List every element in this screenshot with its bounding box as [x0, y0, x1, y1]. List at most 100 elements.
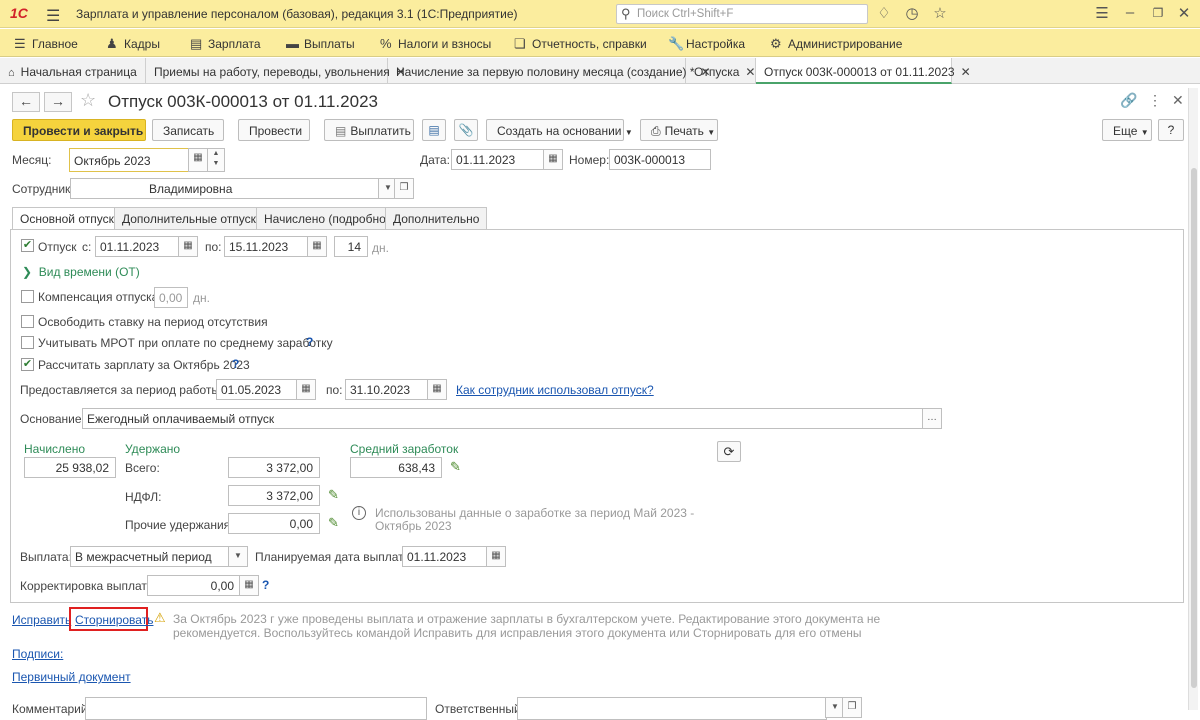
number-label: Номер: — [569, 153, 610, 167]
time-type-expander[interactable]: ❯ Вид времени (ОТ) — [22, 265, 140, 279]
post-and-close-button[interactable]: Провести и закрыть — [12, 119, 146, 141]
calendar-icon[interactable]: ▦ — [188, 148, 208, 172]
reverse-link[interactable]: Сторнировать — [75, 613, 153, 627]
pencil-icon[interactable]: ✎ — [450, 459, 461, 475]
calendar-icon[interactable]: ▦ — [486, 546, 506, 567]
pencil-icon[interactable]: ✎ — [328, 487, 339, 503]
menu-taxes[interactable]: % Налоги и взносы — [380, 36, 491, 51]
tab-home[interactable]: ⌂ Начальная страница — [0, 58, 146, 84]
help-button[interactable]: ? — [1158, 119, 1184, 141]
favorite-star-icon[interactable]: ☆ — [80, 90, 96, 111]
save-button[interactable]: Записать — [152, 119, 224, 141]
calendar-icon[interactable]: ▦ — [543, 149, 563, 170]
tab-additional[interactable]: Дополнительно — [385, 207, 488, 229]
scrollbar-thumb[interactable] — [1191, 168, 1197, 688]
copy-icon: ❏ — [514, 36, 526, 51]
menu-salary[interactable]: ▤ Зарплата — [190, 36, 261, 52]
date-field[interactable]: 01.11.2023 — [451, 149, 545, 170]
menu-main[interactable]: ☰ Главное — [14, 36, 78, 52]
link-icon[interactable]: 🔗 — [1120, 92, 1137, 109]
back-button[interactable]: ← — [12, 92, 40, 112]
select-basis-button[interactable]: … — [922, 408, 942, 429]
settings-icon[interactable]: ☰ — [1092, 4, 1112, 22]
print-button[interactable]: ⎙ Печать ▼ — [640, 119, 718, 141]
menu-reports[interactable]: ❏ Отчетность, справки — [514, 36, 647, 52]
basis-label: Основание: — [20, 412, 85, 426]
close-icon[interactable]: ✕ — [961, 65, 971, 79]
tab-hiring[interactable]: Приемы на работу, переводы, увольнения ✕ — [146, 58, 406, 84]
number-field[interactable]: 003К-000013 — [609, 149, 711, 170]
month-field[interactable]: Октябрь 2023 — [69, 148, 189, 172]
attachment-icon[interactable]: 📎 — [454, 119, 478, 141]
calendar-icon[interactable]: ▦ — [178, 236, 198, 257]
tab-accrued-detailed[interactable]: Начислено (подробно) — [256, 207, 398, 229]
hamburger-icon[interactable]: ☰ — [46, 6, 60, 26]
payout-field[interactable]: В межрасчетный период — [70, 546, 230, 567]
period-from-field[interactable]: 01.05.2023 — [216, 379, 300, 400]
days-field[interactable]: 14 — [334, 236, 368, 257]
journal-icon[interactable]: ▤ — [422, 119, 446, 141]
close-icon[interactable]: ✕ — [1174, 4, 1194, 22]
forward-button[interactable]: → — [44, 92, 72, 112]
planned-date-field[interactable]: 01.11.2023 — [402, 546, 490, 567]
comment-field[interactable] — [85, 697, 427, 720]
mrot-label: Учитывать МРОТ при оплате по среднему за… — [38, 336, 333, 350]
open-employee-icon[interactable]: ❐ — [394, 178, 414, 199]
vacation-usage-link[interactable]: Как сотрудник использовал отпуск? — [456, 383, 654, 397]
refresh-button[interactable]: ⟳ — [717, 441, 741, 462]
menu-settings[interactable]: 🔧 Настройка — [668, 36, 745, 52]
compensation-checkbox[interactable] — [21, 290, 34, 303]
scrollbar[interactable] — [1188, 88, 1198, 710]
help-icon[interactable]: ? — [232, 357, 239, 371]
fix-link[interactable]: Исправить — [12, 613, 71, 627]
post-button[interactable]: Провести — [238, 119, 310, 141]
basis-field[interactable]: Ежегодный оплачиваемый отпуск — [82, 408, 924, 429]
help-icon[interactable]: ? — [306, 335, 313, 349]
help-icon[interactable]: ? — [262, 578, 269, 592]
mrot-checkbox[interactable] — [21, 336, 34, 349]
restore-icon[interactable]: ❐ — [1148, 6, 1168, 20]
period-to-field[interactable]: 31.10.2023 — [345, 379, 431, 400]
more-button[interactable]: Еще ▼ — [1102, 119, 1152, 141]
primary-document-link[interactable]: Первичный документ — [12, 670, 131, 684]
tab-accrual[interactable]: Начисление за первую половину месяца (со… — [388, 58, 711, 84]
month-stepper[interactable]: ▲ ▼ — [207, 148, 225, 172]
compensation-label: Компенсация отпуска — [38, 290, 159, 304]
pay-button[interactable]: ▤ Выплатить — [324, 119, 414, 141]
more-vertical-icon[interactable]: ⋮ — [1148, 92, 1162, 109]
calculator-icon[interactable]: ▦ — [239, 575, 259, 596]
close-icon[interactable]: ✕ — [745, 65, 755, 79]
responsible-field[interactable] — [517, 697, 827, 720]
vacation-from-field[interactable]: 01.11.2023 — [95, 236, 183, 257]
minimize-icon[interactable]: – — [1120, 4, 1140, 21]
correction-field[interactable]: 0,00 — [147, 575, 241, 596]
vacation-to-field[interactable]: 15.11.2023 — [224, 236, 312, 257]
vacation-checkbox[interactable]: ✔ — [21, 239, 34, 252]
menu-hr[interactable]: ♟ Кадры — [106, 36, 160, 52]
open-responsible-icon[interactable]: ❐ — [842, 697, 862, 718]
close-icon[interactable]: ✕ — [1172, 92, 1184, 109]
tab-additional-vacations[interactable]: Дополнительные отпуска — [114, 207, 271, 229]
tab-main-vacation[interactable]: Основной отпуск — [12, 207, 122, 230]
app-logo: 1С — [10, 5, 28, 21]
star-icon[interactable]: ☆ — [930, 4, 950, 22]
bell-icon[interactable]: ♢ — [874, 4, 894, 22]
calendar-icon[interactable]: ▦ — [296, 379, 316, 400]
compensation-field[interactable]: 0,00 — [154, 287, 188, 308]
calendar-icon[interactable]: ▦ — [307, 236, 327, 257]
menu-admin[interactable]: ⚙ Администрирование — [770, 36, 902, 52]
dropdown-arrow-icon[interactable]: ▼ — [228, 546, 248, 567]
pencil-icon[interactable]: ✎ — [328, 515, 339, 531]
signatures-link[interactable]: Подписи: — [12, 647, 63, 661]
calc-salary-checkbox[interactable]: ✔ — [21, 358, 34, 371]
menu-payments[interactable]: ▬ Выплаты — [286, 36, 355, 51]
tab-vacations[interactable]: Отпуска ✕ — [686, 58, 756, 84]
history-icon[interactable]: ◷ — [902, 4, 922, 22]
search-input[interactable]: ⚲ Поиск Ctrl+Shift+F — [616, 4, 868, 24]
create-based-on-button[interactable]: Создать на основании ▼ — [486, 119, 633, 141]
release-rate-checkbox[interactable] — [21, 315, 34, 328]
calendar-icon[interactable]: ▦ — [427, 379, 447, 400]
search-icon: ⚲ — [621, 6, 631, 21]
tab-vacation-doc[interactable]: Отпуск 003К-000013 от 01.11.2023 ✕ — [756, 58, 971, 84]
employee-field[interactable]: Владимировна — [70, 178, 380, 199]
